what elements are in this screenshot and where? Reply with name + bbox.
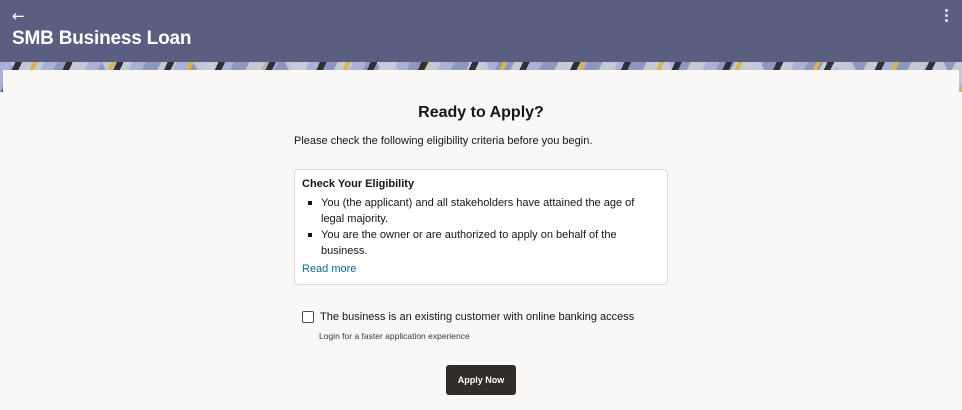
eligibility-title: Check Your Eligibility [302, 178, 415, 190]
eligibility-item-text: You (the applicant) and all stakeholders… [321, 197, 635, 225]
menu-dot [944, 18, 948, 22]
eligibility-item: You are the owner or are authorized to a… [302, 227, 660, 259]
existing-customer-hint: Login for a faster application experienc… [319, 331, 470, 341]
menu-dot [944, 13, 948, 17]
intro-text: Please check the following eligibility c… [294, 135, 593, 147]
back-arrow-icon[interactable]: ← [12, 6, 36, 26]
existing-customer-checkbox[interactable] [302, 311, 314, 323]
eligibility-item-text: You are the owner or are authorized to a… [321, 229, 617, 257]
bullet-icon [308, 233, 312, 237]
eligibility-list: You (the applicant) and all stakeholders… [302, 195, 660, 259]
read-more-link[interactable]: Read more [302, 263, 356, 275]
existing-customer-row[interactable]: The business is an existing customer wit… [302, 311, 634, 323]
more-vertical-icon[interactable] [938, 6, 954, 24]
eligibility-card: Check Your Eligibility You (the applican… [294, 169, 668, 285]
existing-customer-label[interactable]: The business is an existing customer wit… [320, 311, 634, 323]
bullet-icon [308, 201, 312, 205]
eligibility-item: You (the applicant) and all stakeholders… [302, 195, 660, 227]
apply-now-button[interactable]: Apply Now [446, 365, 516, 395]
menu-dot [944, 8, 948, 12]
ready-heading: Ready to Apply? [418, 104, 544, 121]
page-title: SMB Business Loan [12, 28, 192, 49]
